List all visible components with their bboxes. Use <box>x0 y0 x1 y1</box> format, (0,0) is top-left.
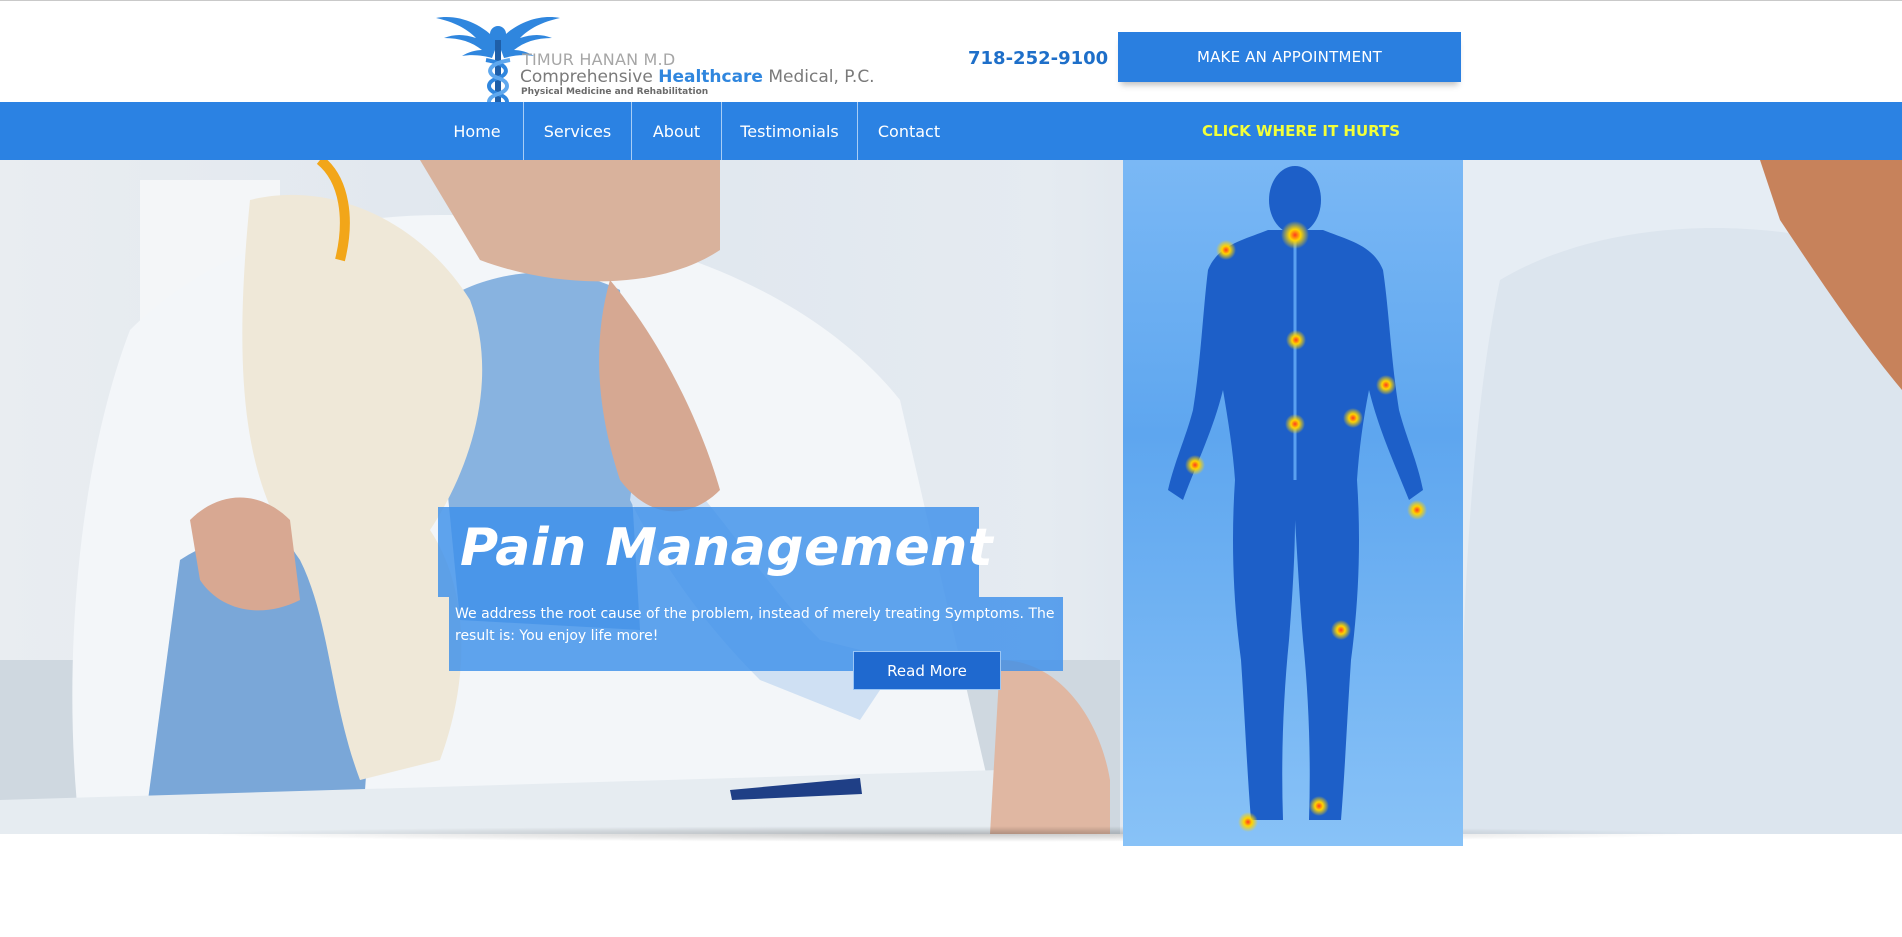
logo-practice-name: Comprehensive Healthcare Medical, P.C. <box>520 67 875 87</box>
make-appointment-button[interactable]: MAKE AN APPOINTMENT <box>1118 32 1461 82</box>
hero-description: We address the root cause of the problem… <box>455 606 1055 644</box>
hero-image <box>0 160 1902 834</box>
site-logo[interactable]: TIMUR HANAN M.D Comprehensive Healthcare… <box>436 12 875 118</box>
read-more-button[interactable]: Read More <box>853 651 1001 690</box>
click-where-it-hurts-link[interactable]: CLICK WHERE IT HURTS <box>1202 102 1400 160</box>
nav-home[interactable]: Home <box>436 102 518 160</box>
logo-practice-prefix: Comprehensive <box>520 67 659 87</box>
hero-shadow <box>190 826 1710 842</box>
pain-body-map[interactable] <box>1123 160 1463 846</box>
logo-practice-suffix: Medical, P.C. <box>762 67 875 87</box>
nav-testimonials[interactable]: Testimonials <box>722 102 857 160</box>
logo-practice-highlight: Healthcare <box>658 67 763 87</box>
nav-about[interactable]: About <box>632 102 721 160</box>
hero-slider <box>0 160 1902 834</box>
logo-tagline: Physical Medicine and Rehabilitation <box>521 87 709 97</box>
human-body-icon <box>1168 166 1427 832</box>
top-border <box>0 0 1902 1</box>
nav-contact[interactable]: Contact <box>858 102 960 160</box>
hero-title: Pain Management <box>460 518 994 578</box>
main-nav: Home Services About Testimonials Contact… <box>0 102 1902 160</box>
phone-number[interactable]: 718-252-9100 <box>968 48 1108 69</box>
nav-services[interactable]: Services <box>524 102 631 160</box>
